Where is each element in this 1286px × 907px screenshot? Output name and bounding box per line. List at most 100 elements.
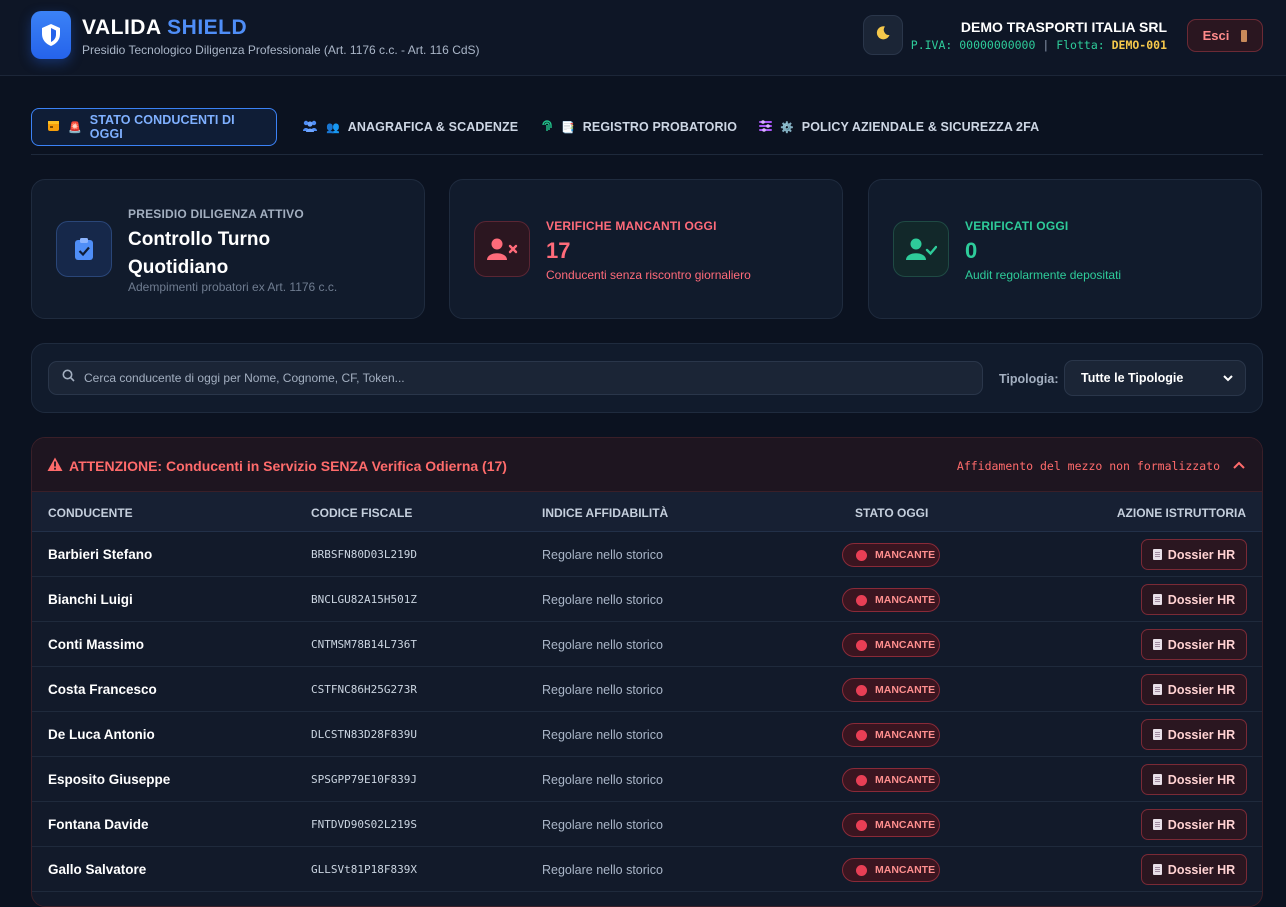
dossier-hr-button[interactable]: Dossier HR <box>1141 854 1247 885</box>
dossier-label: Dossier HR <box>1167 637 1236 652</box>
driver-name: De Luca Antonio <box>48 727 155 742</box>
driver-name: Gallo Salvatore <box>48 862 147 877</box>
document-icon <box>1152 729 1162 740</box>
logout-button[interactable]: Esci <box>1187 19 1263 52</box>
col-codice-fiscale: CODICE FISCALE <box>311 506 413 520</box>
status-label: MANCANTE <box>875 774 936 786</box>
dossier-hr-button[interactable]: Dossier HR <box>1141 584 1247 615</box>
driver-cf: GLLSVt81P18F839X <box>311 863 417 876</box>
theme-toggle-button[interactable] <box>863 15 903 55</box>
tipologia-select[interactable]: Tutte le Tipologie <box>1064 360 1246 396</box>
alert-panel-header[interactable]: ATTENZIONE: Conducenti in Servizio SENZA… <box>32 438 1262 492</box>
dossier-hr-button[interactable]: Dossier HR <box>1141 764 1247 795</box>
red-dot-icon <box>856 729 867 741</box>
reliability-index: Regolare nello storico <box>542 638 663 652</box>
status-label: MANCANTE <box>875 639 936 651</box>
fleet-label: Flotta: <box>1056 38 1105 52</box>
driver-cf: BRBSFN80D03L219D <box>311 548 417 561</box>
dossier-label: Dossier HR <box>1167 817 1236 832</box>
card-presidio-note: Adempimenti probatori ex Art. 1176 c.c. <box>128 280 338 294</box>
status-label: MANCANTE <box>875 684 936 696</box>
tab-anagrafica[interactable]: 👥 ANAGRAFICA & SCADENZE <box>302 108 518 146</box>
driver-name: Bianchi Luigi <box>48 592 133 607</box>
brand-accent: SHIELD <box>167 16 248 39</box>
status-badge: MANCANTE <box>842 768 940 792</box>
users-icon <box>302 120 318 135</box>
status-badge: MANCANTE <box>842 858 940 882</box>
brand-main: VALIDA <box>82 16 161 39</box>
company-name: DEMO TRASPORTI ITALIA SRL <box>960 19 1167 35</box>
dossier-hr-button[interactable]: Dossier HR <box>1141 539 1247 570</box>
status-badge: MANCANTE <box>842 633 940 657</box>
chevron-up-icon[interactable] <box>1232 458 1246 476</box>
alert-panel: ATTENZIONE: Conducenti in Servizio SENZA… <box>31 437 1263 907</box>
red-dot-icon <box>856 639 867 651</box>
reliability-index: Regolare nello storico <box>542 728 663 742</box>
tab-registro[interactable]: 📑 REGISTRO PROBATORIO <box>541 108 737 146</box>
status-badge: MANCANTE <box>842 678 940 702</box>
status-badge: MANCANTE <box>842 723 940 747</box>
dossier-hr-button[interactable]: Dossier HR <box>1141 809 1247 840</box>
status-badge: MANCANTE <box>842 813 940 837</box>
search-input[interactable] <box>84 371 964 385</box>
search-field[interactable] <box>48 361 983 395</box>
document-icon <box>1152 639 1162 650</box>
red-dot-icon <box>856 819 867 831</box>
reliability-index: Regolare nello storico <box>542 593 663 607</box>
siren-icon: 🚨 <box>68 121 82 134</box>
status-label: MANCANTE <box>875 864 936 876</box>
search-toolbar: Tipologia: Tutte le Tipologie <box>31 343 1263 413</box>
red-dot-icon <box>856 594 867 606</box>
table-row: Costa Francesco CSTFNC86H25G273R Regolare … <box>32 667 1262 712</box>
dossier-label: Dossier HR <box>1167 592 1236 607</box>
dossier-hr-button[interactable]: Dossier HR <box>1141 674 1247 705</box>
piva-value: P.IVA: 00000000000 <box>910 38 1036 52</box>
sliders-icon <box>759 119 772 135</box>
document-icon <box>1152 684 1162 695</box>
reliability-index: Regolare nello storico <box>542 683 663 697</box>
card-presidio: PRESIDIO DILIGENZA ATTIVO Controllo Turn… <box>31 179 425 319</box>
main-tabs: 🚨 STATO CONDUCENTI DI OGGI 👥 ANAGRAFICA … <box>31 108 1263 155</box>
driver-cf: BNCLGU82A15H501Z <box>311 593 417 606</box>
card-verified-note: Audit regolarmente depositati <box>965 268 1122 282</box>
people-icon: 👥 <box>326 121 340 134</box>
brand-subtitle: Presidio Tecnologico Diligenza Professio… <box>82 43 480 57</box>
status-badge: MANCANTE <box>842 588 940 612</box>
status-label: MANCANTE <box>875 819 936 831</box>
table-row: Barbieri Stefano BRBSFN80D03L219D Regolare… <box>32 532 1262 577</box>
status-label: MANCANTE <box>875 594 936 606</box>
tab-policy[interactable]: ⚙️ POLICY AZIENDALE & SICUREZZA 2FA <box>759 108 1039 146</box>
reliability-index: Regolare nello storico <box>542 863 663 877</box>
fleet-value: DEMO-001 <box>1111 38 1167 52</box>
table-row: Gallo Salvatore GLLSVt81P18F839X Regolare … <box>32 847 1262 892</box>
reliability-index: Regolare nello storico <box>542 818 663 832</box>
tab-stato-conducenti[interactable]: 🚨 STATO CONDUCENTI DI OGGI <box>31 108 277 146</box>
user-x-icon <box>474 221 530 277</box>
tab-label: ANAGRAFICA & SCADENZE <box>347 120 519 134</box>
user-check-icon <box>893 221 949 277</box>
table-row: De Luca Antonio DLCSTN83D28F839U Regolare … <box>32 712 1262 757</box>
col-azione: AZIONE ISTRUTTORIA <box>1116 506 1246 520</box>
card-verified: VERIFICATI OGGI 0 Audit regolarmente dep… <box>868 179 1262 319</box>
dossier-hr-button[interactable]: Dossier HR <box>1141 629 1247 660</box>
reliability-index: Regolare nello storico <box>542 773 663 787</box>
red-dot-icon <box>856 549 867 561</box>
tab-label: POLICY AZIENDALE & SICUREZZA 2FA <box>801 120 1040 134</box>
dossier-hr-button[interactable]: Dossier HR <box>1141 719 1247 750</box>
col-conducente: CONDUCENTE <box>48 506 133 520</box>
card-verified-label: VERIFICATI OGGI <box>965 219 1069 233</box>
status-badge: MANCANTE <box>842 543 940 567</box>
dossier-label: Dossier HR <box>1167 727 1236 742</box>
clipboard-check-icon <box>56 221 112 277</box>
table-row: Esposito Giuseppe SPSGPP79E10F839J Regolar… <box>32 757 1262 802</box>
card-presidio-label: PRESIDIO DILIGENZA ATTIVO <box>128 207 304 221</box>
tab-label: STATO CONDUCENTI DI OGGI <box>89 113 235 141</box>
card-missing-value: 17 <box>546 238 571 263</box>
driver-cf: CNTMSM78B14L736T <box>311 638 417 651</box>
red-dot-icon <box>856 864 867 876</box>
dossier-label: Dossier HR <box>1167 547 1236 562</box>
shield-logo-icon <box>31 11 71 59</box>
dossier-label: Dossier HR <box>1167 772 1236 787</box>
logout-label: Esci <box>1202 28 1230 43</box>
table-header: CONDUCENTE CODICE FISCALE INDICE AFFIDAB… <box>32 492 1262 532</box>
